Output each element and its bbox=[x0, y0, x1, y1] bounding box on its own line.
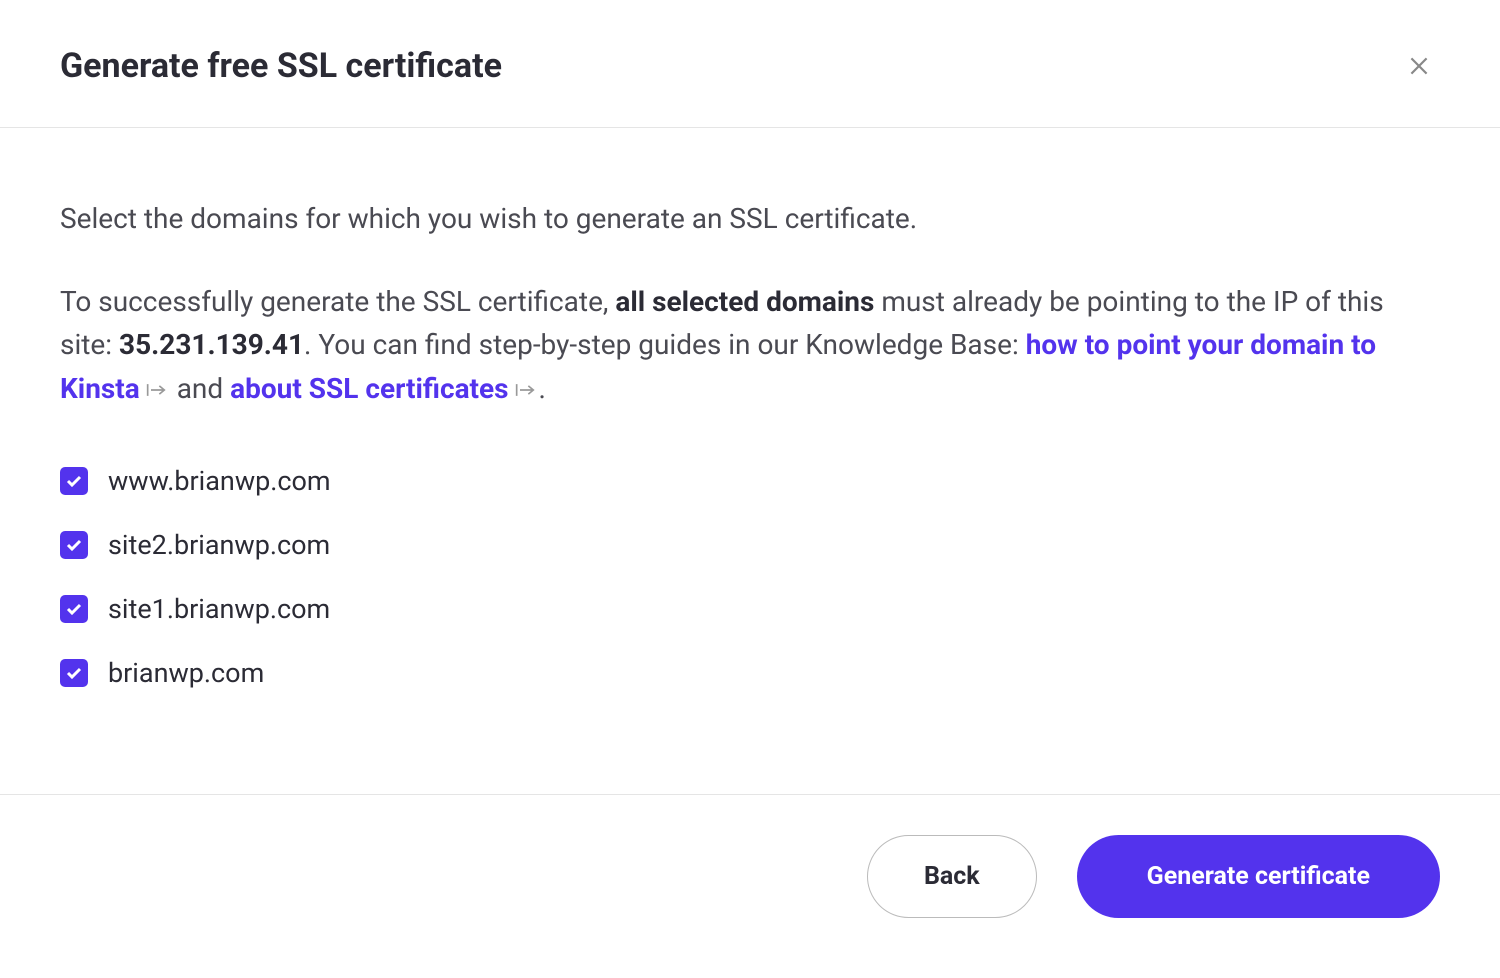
instruction-end: . bbox=[539, 372, 546, 405]
modal-title: Generate free SSL certificate bbox=[60, 46, 502, 86]
link-ssl-certificates[interactable]: about SSL certificates bbox=[230, 372, 508, 405]
instruction-text: To successfully generate the SSL certifi… bbox=[60, 280, 1440, 410]
check-icon bbox=[66, 667, 82, 679]
domain-label: site2.brianwp.com bbox=[108, 529, 330, 561]
intro-text: Select the domains for which you wish to… bbox=[60, 198, 1440, 240]
domain-list: www.brianwp.com site2.brianwp.com site1.… bbox=[60, 465, 1440, 689]
instruction-ip: 35.231.139.41 bbox=[119, 328, 304, 361]
generate-button[interactable]: Generate certificate bbox=[1077, 835, 1440, 918]
domain-checkbox[interactable] bbox=[60, 531, 88, 559]
domain-item: www.brianwp.com bbox=[60, 465, 1440, 497]
domain-item: brianwp.com bbox=[60, 657, 1440, 689]
external-link-icon bbox=[146, 382, 166, 398]
domain-label: brianwp.com bbox=[108, 657, 264, 689]
modal-content: Select the domains for which you wish to… bbox=[0, 128, 1500, 739]
close-icon bbox=[1406, 53, 1432, 79]
external-link-icon bbox=[515, 382, 535, 398]
instruction-mid2: . You can find step-by-step guides in ou… bbox=[304, 328, 1026, 361]
check-icon bbox=[66, 539, 82, 551]
domain-checkbox[interactable] bbox=[60, 467, 88, 495]
domain-checkbox[interactable] bbox=[60, 659, 88, 687]
domain-label: www.brianwp.com bbox=[108, 465, 331, 497]
instruction-and: and bbox=[170, 372, 230, 405]
domain-label: site1.brianwp.com bbox=[108, 593, 330, 625]
domain-item: site1.brianwp.com bbox=[60, 593, 1440, 625]
domain-checkbox[interactable] bbox=[60, 595, 88, 623]
instruction-bold-domains: all selected domains bbox=[615, 285, 874, 318]
check-icon bbox=[66, 603, 82, 615]
domain-item: site2.brianwp.com bbox=[60, 529, 1440, 561]
modal-header: Generate free SSL certificate bbox=[0, 0, 1500, 128]
close-button[interactable] bbox=[1398, 45, 1440, 87]
back-button[interactable]: Back bbox=[867, 835, 1037, 918]
instruction-prefix: To successfully generate the SSL certifi… bbox=[60, 285, 615, 318]
modal-footer: Back Generate certificate bbox=[0, 794, 1500, 978]
check-icon bbox=[66, 475, 82, 487]
